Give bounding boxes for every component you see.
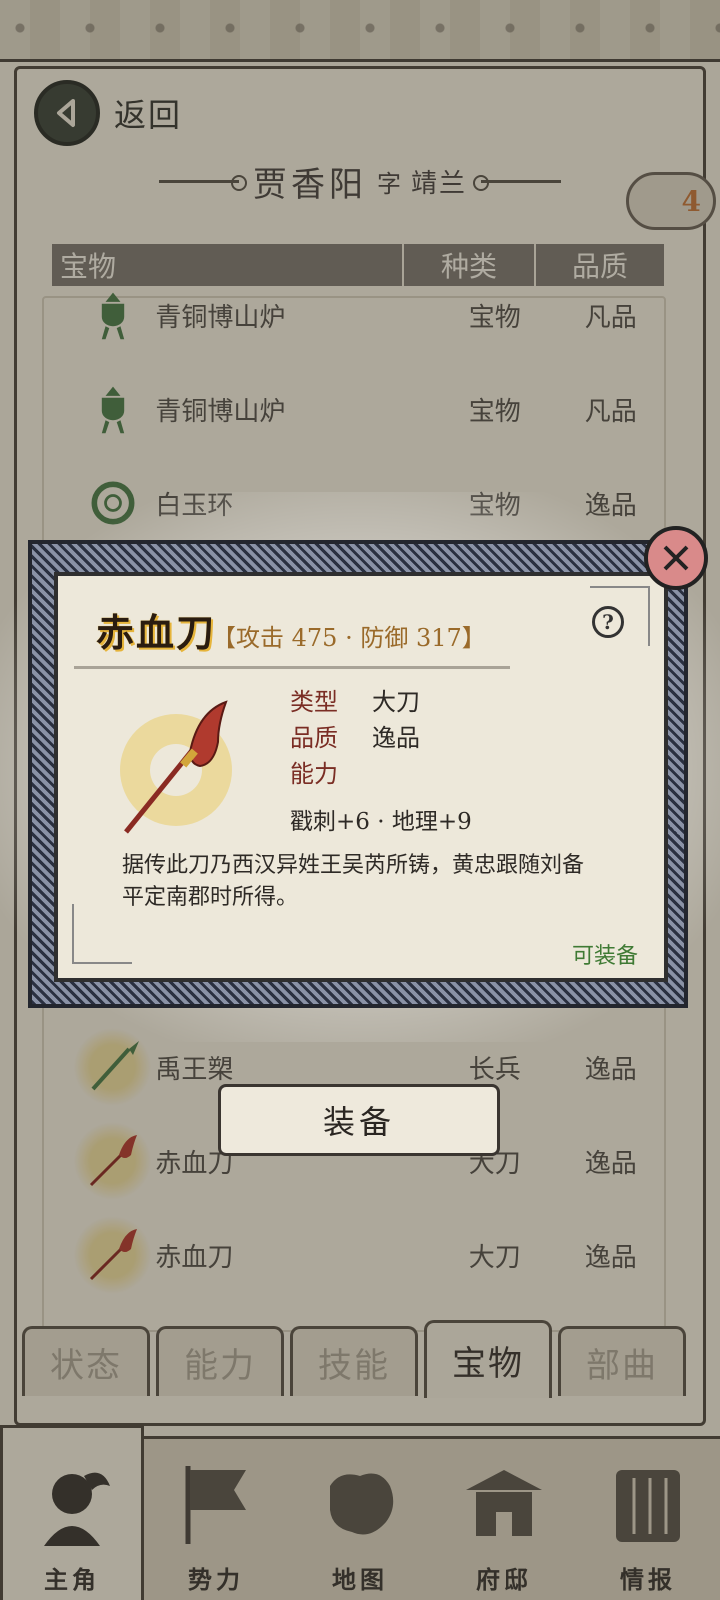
help-icon[interactable]: ? <box>592 606 624 638</box>
attr-ability-key: 能力 <box>290 760 338 788</box>
attr-type-key: 类型 <box>290 688 338 716</box>
dialog-item-stats: 【攻击 475 · 防御 317】 <box>212 624 486 652</box>
item-description: 据传此刀乃西汉异姓王吴芮所铸，黄忠跟随刘备平定南郡时所得。 <box>122 853 585 910</box>
equip-button[interactable]: 装备 <box>218 1084 500 1156</box>
close-button[interactable] <box>644 526 708 590</box>
dialog-item-name: 赤血刀 <box>96 610 217 655</box>
dialog-divider <box>74 666 510 669</box>
close-icon <box>663 545 689 571</box>
equipable-status: 可装备 <box>572 944 639 969</box>
attr-quality-value: 逸品 <box>372 724 420 752</box>
attr-type-value: 大刀 <box>372 688 420 716</box>
attr-quality-key: 品质 <box>290 724 338 752</box>
broadsword-icon <box>120 700 232 834</box>
ability-bonuses: 戳刺+6 · 地理+9 <box>290 809 472 835</box>
